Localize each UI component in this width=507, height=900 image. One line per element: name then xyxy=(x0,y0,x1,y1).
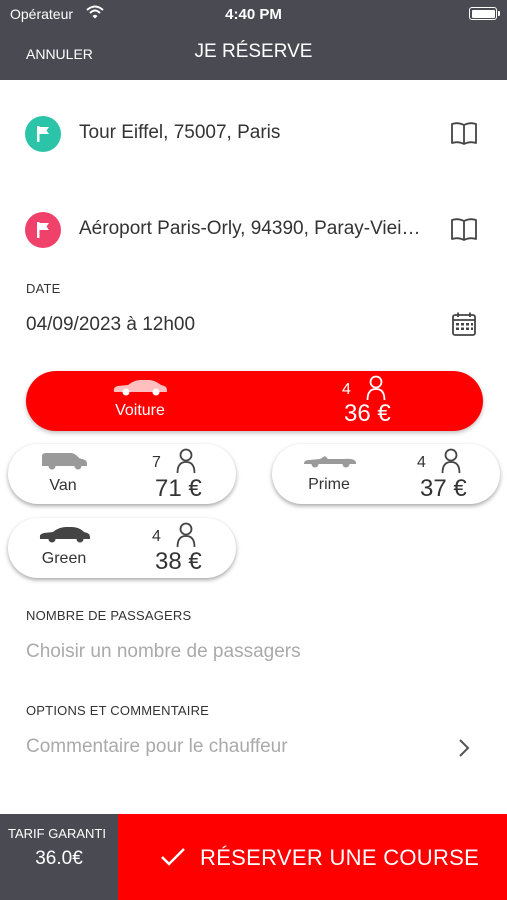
vehicle-name: Voiture xyxy=(115,402,165,419)
pickup-address-row[interactable]: Tour Eiffel, 75007, Paris xyxy=(0,106,507,162)
vehicle-price: 36 € xyxy=(344,400,391,427)
dropoff-address: Aéroport Paris-Orly, 94390, Paray-Vieill… xyxy=(79,218,424,239)
tariff-value: 36.0€ xyxy=(35,848,83,869)
cancel-button[interactable]: ANNULER xyxy=(26,46,93,62)
van-icon xyxy=(42,453,87,470)
tariff-panel: TARIF GARANTI 36.0€ xyxy=(0,814,118,900)
vehicle-seats: 4 xyxy=(417,454,426,471)
vehicle-price: 71 € xyxy=(155,475,202,502)
pickup-flag-icon xyxy=(25,116,61,152)
passengers-label: NOMBRE DE PASSAGERS xyxy=(26,608,192,623)
nav-bar: ANNULER JE RÉSERVE xyxy=(0,32,507,76)
passengers-input[interactable]: Choisir un nombre de passagers xyxy=(26,641,301,663)
book-ride-button[interactable]: RÉSERVER UNE COURSE xyxy=(118,814,507,900)
person-icon xyxy=(176,522,196,548)
vehicle-name: Green xyxy=(41,550,87,567)
dropoff-address-row[interactable]: Aéroport Paris-Orly, 94390, Paray-Vieill… xyxy=(0,202,507,258)
car-icon xyxy=(113,380,167,396)
tariff-label: TARIF GARANTI xyxy=(8,826,106,841)
pickup-address: Tour Eiffel, 75007, Paris xyxy=(79,122,281,143)
vehicle-option-green[interactable]: Green 4 38 € xyxy=(8,518,236,578)
vehicle-seats: 4 xyxy=(152,528,161,545)
date-value[interactable]: 04/09/2023 à 12h00 xyxy=(26,314,195,336)
vehicle-price: 38 € xyxy=(155,548,202,575)
vehicle-seats: 7 xyxy=(152,454,161,471)
person-icon xyxy=(441,448,461,474)
person-icon xyxy=(366,375,386,401)
convertible-icon xyxy=(304,456,356,468)
book-icon[interactable] xyxy=(450,120,478,146)
person-icon xyxy=(176,448,196,474)
header: Opérateur 4:40 PM ANNULER JE RÉSERVE xyxy=(0,0,507,80)
vehicle-name: Van xyxy=(49,477,77,494)
options-label: OPTIONS ET COMMENTAIRE xyxy=(26,703,210,718)
sedan-icon xyxy=(39,527,90,543)
date-label: DATE xyxy=(26,281,61,296)
comment-input[interactable]: Commentaire pour le chauffeur xyxy=(26,736,288,758)
battery-icon xyxy=(469,7,500,20)
calendar-icon[interactable] xyxy=(451,311,477,337)
vehicle-name: Prime xyxy=(308,476,350,493)
dropoff-flag-icon xyxy=(25,212,61,248)
chevron-right-icon[interactable] xyxy=(457,738,471,758)
vehicle-seats: 4 xyxy=(342,381,351,398)
vehicle-price: 37 € xyxy=(420,475,467,502)
clock: 4:40 PM xyxy=(225,6,282,23)
book-ride-label: RÉSERVER UNE COURSE xyxy=(200,845,480,870)
checkmark-icon xyxy=(161,848,185,866)
vehicle-option-voiture[interactable]: Voiture 4 36 € xyxy=(26,371,483,431)
book-icon[interactable] xyxy=(450,216,478,242)
vehicle-option-prime[interactable]: Prime 4 37 € xyxy=(272,444,500,504)
status-bar: Opérateur 4:40 PM xyxy=(0,0,507,28)
vehicle-option-van[interactable]: Van 7 71 € xyxy=(8,444,236,504)
